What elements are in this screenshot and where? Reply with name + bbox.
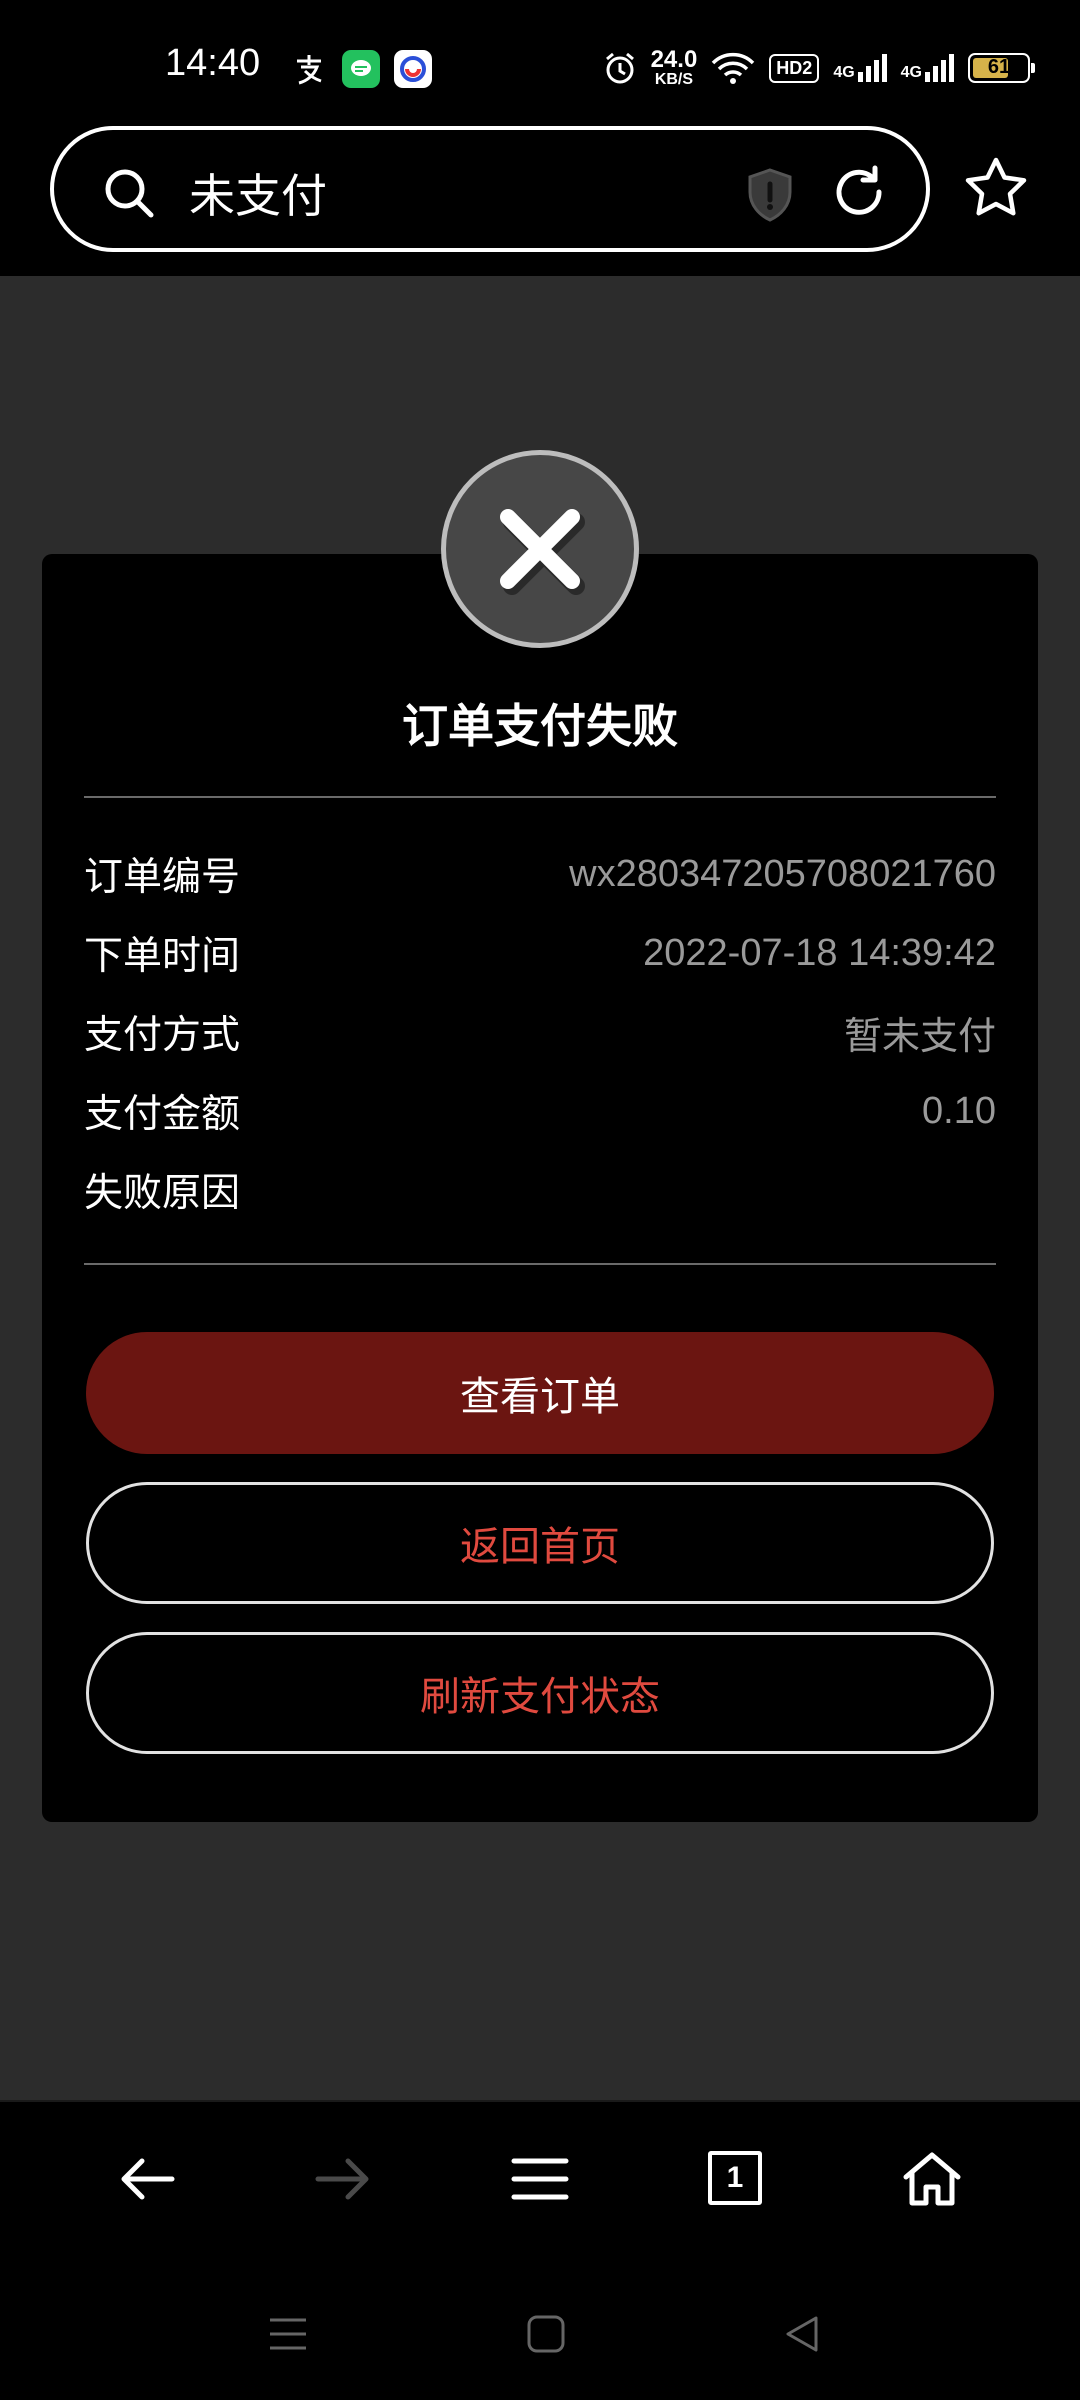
close-icon	[500, 509, 585, 595]
battery-icon: 61	[968, 53, 1035, 83]
reload-icon[interactable]	[829, 162, 889, 222]
star-icon[interactable]	[962, 154, 1030, 222]
hd-badge: HD2	[769, 53, 820, 83]
signal-1: 4G	[833, 54, 887, 82]
fail-icon	[441, 450, 639, 648]
back-triangle-icon[interactable]	[782, 2314, 822, 2354]
menu-icon[interactable]	[508, 2147, 572, 2211]
tab-count: 1	[726, 2161, 744, 2194]
network-speed: 24.0 KB/S	[650, 46, 698, 88]
row-order-number: 订单编号 wx280347205708021760	[84, 852, 996, 901]
row-order-time: 下单时间 2022-07-18 14:39:42	[84, 931, 996, 980]
notification-icons	[290, 50, 432, 88]
status-time: 14:40	[165, 42, 261, 84]
view-order-button[interactable]: 查看订单	[86, 1332, 994, 1454]
payment-result-card: 订单支付失败 订单编号 wx280347205708021760 下单时间 20…	[42, 554, 1038, 1822]
home-icon[interactable]	[900, 2147, 964, 2211]
alarm-icon	[605, 52, 634, 84]
row-fail-reason: 失败原因	[84, 1171, 241, 1216]
address-bar[interactable]: 未支付	[50, 126, 930, 252]
back-arrow-icon[interactable]	[116, 2147, 180, 2211]
divider	[84, 796, 996, 798]
signal-bars-icon	[857, 54, 887, 82]
shield-icon[interactable]	[744, 166, 796, 224]
row-payment-method: 支付方式 暂未支付	[84, 1013, 996, 1058]
refresh-status-button[interactable]: 刷新支付状态	[86, 1632, 994, 1754]
browser-toolbar: 未支付	[0, 126, 1080, 276]
recent-apps-icon[interactable]	[268, 2314, 308, 2354]
forward-arrow-icon[interactable]	[310, 2147, 374, 2211]
back-home-button[interactable]: 返回首页	[86, 1482, 994, 1604]
alipay-icon	[290, 50, 328, 88]
browser-app-icon	[394, 50, 432, 88]
search-icon	[105, 169, 154, 218]
status-right-icons: 24.0 KB/S HD2 4G 4G 61	[603, 46, 1035, 88]
status-bar: 14:40 24.0 KB/S HD2 4G 4G 61	[0, 0, 1080, 126]
chat-app-icon	[342, 50, 380, 88]
row-payment-amount: 支付金额 0.10	[84, 1089, 996, 1138]
card-title: 订单支付失败	[402, 699, 678, 753]
signal-bars-icon	[925, 54, 954, 82]
tabs-button[interactable]: 1	[708, 2151, 762, 2205]
home-circle-icon[interactable]	[526, 2314, 566, 2354]
browser-bottom-nav: 1	[0, 2100, 1080, 2252]
system-nav-bar	[0, 2250, 1080, 2400]
address-text[interactable]: 未支付	[189, 160, 327, 226]
divider	[84, 1263, 996, 1265]
signal-2: 4G	[901, 54, 954, 82]
wifi-icon	[712, 52, 755, 84]
